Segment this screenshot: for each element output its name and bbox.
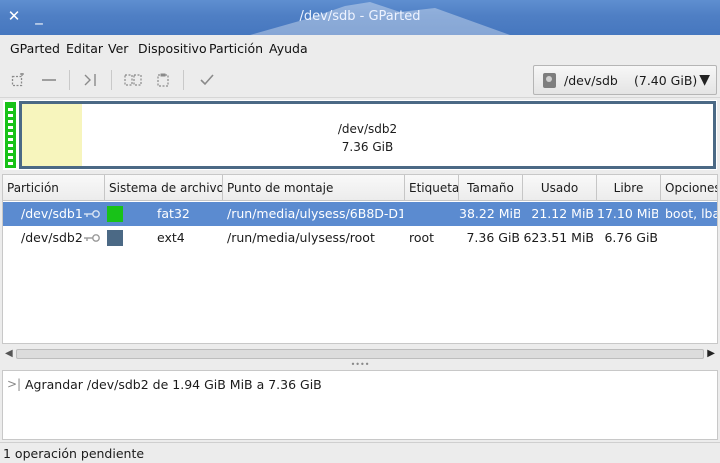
- menu-ver[interactable]: Ver: [108, 41, 128, 56]
- column-header-sistema[interactable]: Sistema de archivos: [105, 175, 223, 201]
- column-header-libre[interactable]: Libre: [597, 175, 661, 201]
- column-header-etiqueta[interactable]: Etiqueta: [405, 175, 459, 201]
- partition-block-sdb1[interactable]: [5, 102, 16, 168]
- fs-color-swatch: [107, 230, 123, 246]
- operation-item[interactable]: Agrandar /dev/sdb2 de 1.94 GiB MiB a 7.3…: [25, 377, 322, 392]
- table-header: Partición Sistema de archivos Punto de m…: [3, 175, 717, 201]
- cell-free: 17.10 MiB: [597, 206, 658, 221]
- fs-color-swatch: [107, 206, 123, 222]
- cell-free: 6.76 GiB: [604, 230, 658, 245]
- paste-icon[interactable]: [151, 68, 175, 92]
- status-text: 1 operación pendiente: [3, 446, 145, 461]
- scroll-right-icon[interactable]: ▶: [707, 348, 715, 359]
- menu-gparted[interactable]: GParted: [10, 41, 60, 56]
- cell-size: 38.22 MiB: [459, 206, 520, 221]
- device-name: /dev/sdb: [564, 73, 618, 88]
- menu-dispositivo[interactable]: Dispositivo: [138, 41, 207, 56]
- column-header-usado[interactable]: Usado: [523, 175, 597, 201]
- column-header-tamano[interactable]: Tamaño: [459, 175, 523, 201]
- scroll-left-icon[interactable]: ◀: [5, 348, 13, 359]
- status-bar: 1 operación pendiente: [0, 442, 720, 463]
- menu-particion[interactable]: Partición: [209, 41, 263, 56]
- partition-block-name: /dev/sdb2: [337, 122, 398, 136]
- window-title: /dev/sdb - GParted: [299, 9, 421, 24]
- partition-block-size: 7.36 GiB: [341, 140, 394, 154]
- copy-icon[interactable]: [121, 68, 145, 92]
- pane-splitter-handle[interactable]: ••••: [0, 361, 720, 370]
- cell-flags: boot, lba: [665, 206, 717, 221]
- column-header-montaje[interactable]: Punto de montaje: [223, 175, 405, 201]
- cell-label: [409, 202, 457, 226]
- menu-ayuda[interactable]: Ayuda: [269, 41, 308, 56]
- toolbar-separator: [111, 70, 112, 90]
- cell-mountpoint: /run/media/ulysess/6B8D-D1AC: [227, 206, 403, 221]
- drive-icon: [543, 73, 556, 88]
- toolbar-separator: [69, 70, 70, 90]
- menu-editar[interactable]: Editar: [66, 41, 103, 56]
- cell-used: 21.12 MiB: [531, 206, 594, 221]
- cell-size: 7.36 GiB: [466, 230, 520, 245]
- device-selector[interactable]: /dev/sdb (7.40 GiB) ▼: [533, 65, 717, 95]
- cell-used: 623.51 MiB: [523, 230, 594, 245]
- column-header-particion[interactable]: Partición: [3, 175, 105, 201]
- toolbar-separator: [183, 70, 184, 90]
- partition-table: Partición Sistema de archivos Punto de m…: [2, 174, 718, 344]
- cell-mountpoint: /run/media/ulysess/root: [227, 230, 375, 245]
- table-row[interactable]: /dev/sdb1 fat32 /run/media/ulysess/6B8D-…: [3, 202, 717, 226]
- apply-icon[interactable]: [195, 68, 219, 92]
- cell-filesystem: fat32: [157, 206, 190, 221]
- device-size: (7.40 GiB): [634, 73, 698, 88]
- cell-partition: /dev/sdb1: [21, 206, 83, 221]
- pending-operations-list: >| Agrandar /dev/sdb2 de 1.94 GiB MiB a …: [2, 370, 718, 440]
- menu-bar: GParted Editar Ver Dispositivo Partición…: [0, 35, 720, 62]
- resize-move-icon: >|: [7, 377, 22, 391]
- cell-filesystem: ext4: [157, 230, 185, 245]
- cell-partition: /dev/sdb2: [21, 230, 83, 245]
- dropdown-arrow-icon: ▼: [699, 72, 710, 88]
- delete-icon[interactable]: [37, 68, 61, 92]
- table-row[interactable]: /dev/sdb2 ext4 /run/media/ulysess/root r…: [3, 226, 717, 250]
- cell-label: root: [409, 230, 435, 245]
- partition-map: /dev/sdb2 7.36 GiB: [3, 100, 717, 170]
- partition-block-sdb2[interactable]: /dev/sdb2 7.36 GiB: [19, 101, 716, 169]
- cell-flags: [665, 226, 717, 250]
- key-icon: [84, 234, 100, 242]
- title-bar: ✕ _ /dev/sdb - GParted: [0, 0, 720, 35]
- scrollbar-thumb[interactable]: [16, 349, 704, 359]
- resize-move-icon[interactable]: [79, 68, 103, 92]
- new-partition-icon[interactable]: [6, 68, 30, 92]
- key-icon: [84, 210, 100, 218]
- column-header-opciones[interactable]: Opciones: [661, 175, 717, 201]
